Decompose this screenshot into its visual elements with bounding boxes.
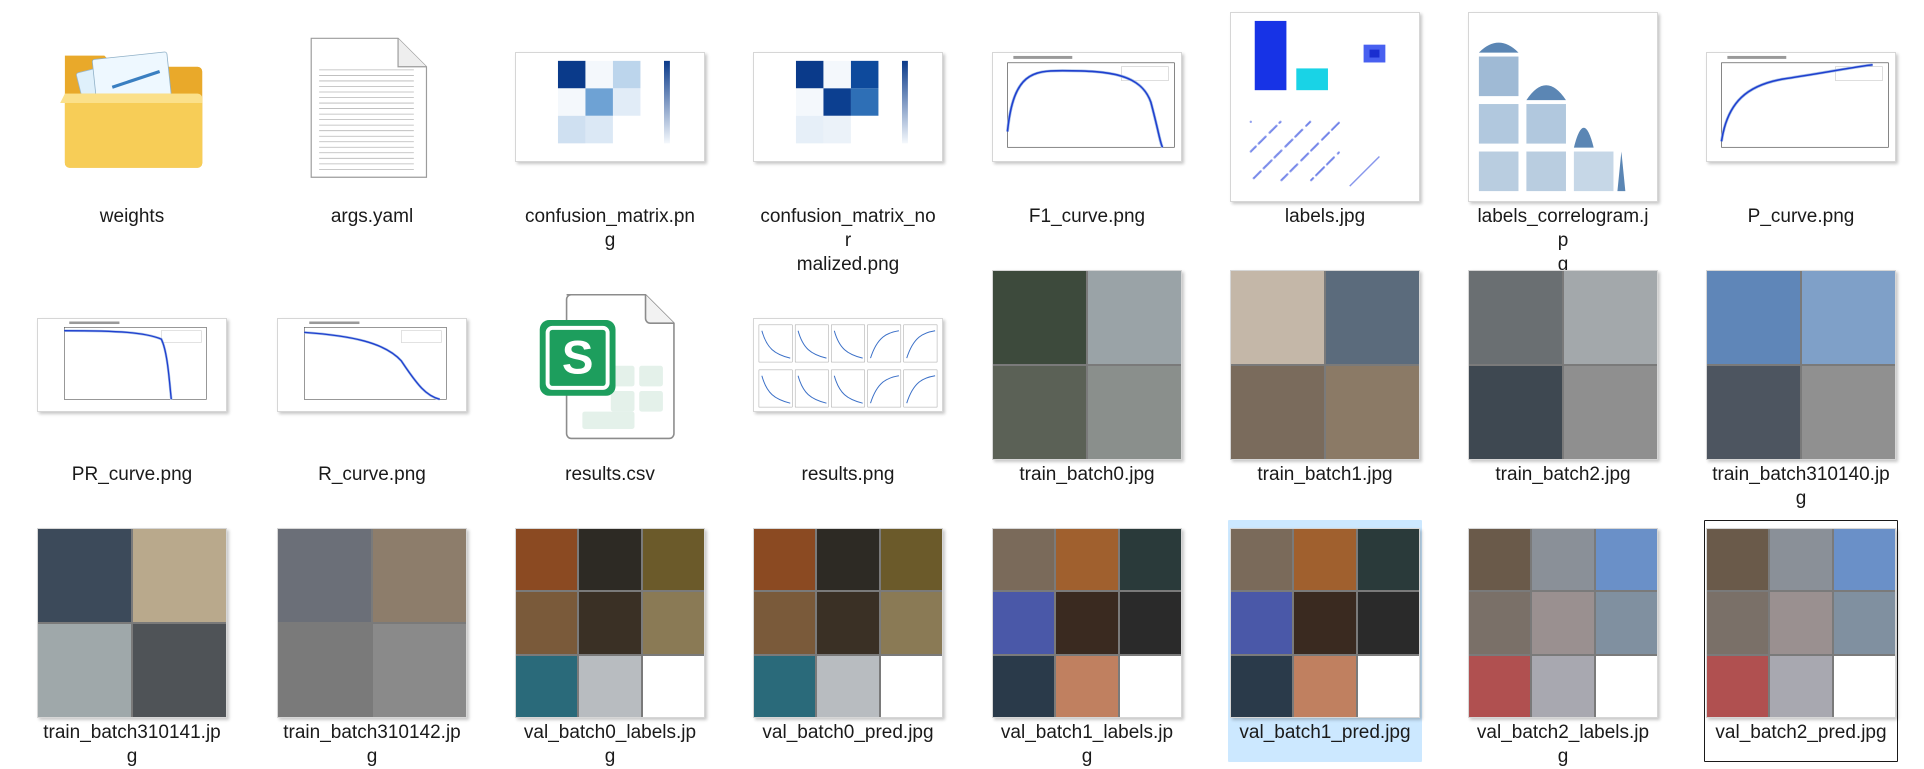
file-thumbnail (752, 267, 944, 463)
file-name-label: train_batch2.jpg (1495, 464, 1631, 485)
file-item-p-curve[interactable]: P_curve.png (1704, 4, 1898, 246)
file-item-train-batch310141[interactable]: train_batch310141.jp g (35, 520, 229, 767)
chart-thumbnail (1469, 13, 1657, 201)
file-name-label: F1_curve.png (1028, 206, 1146, 227)
file-name-label: train_batch310141.jp g (43, 722, 221, 767)
image-mosaic (1231, 271, 1419, 459)
file-thumbnail (1229, 9, 1421, 205)
file-item-labels[interactable]: labels.jpg (1228, 4, 1422, 246)
file-thumbnail (1467, 525, 1659, 721)
chart-thumbnail (993, 53, 1181, 161)
chart-thumbnail (292, 319, 452, 411)
file-name-label: val_batch0_labels.jpg (523, 722, 697, 767)
spreadsheet-icon: S (539, 293, 675, 440)
file-thumbnail (1467, 267, 1659, 463)
file-name-label: labels.jpg (1284, 206, 1366, 227)
file-item-train-batch310142[interactable]: train_batch310142.jp g (275, 520, 469, 767)
file-grid: weights args.yaml confusion_matrix.png c… (0, 0, 1924, 768)
file-item-train-batch0[interactable]: train_batch0.jpg (990, 262, 1184, 504)
file-item-results-csv[interactable]: S results.csv (513, 262, 707, 504)
image-mosaic (278, 529, 466, 717)
image-mosaic (1707, 529, 1895, 717)
image-mosaic (993, 529, 1181, 717)
file-thumbnail (36, 267, 228, 463)
file-item-results-png[interactable]: results.png (751, 262, 945, 504)
file-thumbnail (36, 525, 228, 721)
image-mosaic (516, 529, 704, 717)
file-name-label: val_batch0_pred.jpg (762, 722, 934, 743)
image-mosaic (38, 529, 226, 717)
file-item-confusion-matrix[interactable]: confusion_matrix.png (513, 4, 707, 251)
file-thumbnail (1229, 267, 1421, 463)
file-name-label: confusion_matrix.png (524, 206, 696, 251)
file-thumbnail (991, 267, 1183, 463)
file-name-label: R_curve.png (318, 464, 426, 485)
file-thumbnail (1705, 9, 1897, 205)
file-item-val-batch2-pred[interactable]: val_batch2_pred.jpg (1704, 520, 1898, 762)
file-item-args-yaml[interactable]: args.yaml (275, 4, 469, 246)
file-item-train-batch310140[interactable]: train_batch310140.jp g (1704, 262, 1898, 509)
file-thumbnail (752, 9, 944, 205)
chart-thumbnail (755, 319, 941, 411)
svg-text:S: S (562, 332, 594, 385)
text-document-icon (310, 37, 428, 178)
file-item-val-batch0-labels[interactable]: val_batch0_labels.jpg (513, 520, 707, 767)
file-item-train-batch1[interactable]: train_batch1.jpg (1228, 262, 1422, 504)
file-name-label: train_batch0.jpg (1019, 464, 1155, 485)
image-mosaic (754, 529, 942, 717)
chart-thumbnail (754, 53, 942, 161)
file-thumbnail (991, 9, 1183, 205)
file-name-label: weights (99, 206, 165, 227)
file-name-label: val_batch1_pred.jpg (1239, 722, 1411, 743)
file-thumbnail (991, 525, 1183, 721)
file-item-val-batch1-labels[interactable]: val_batch1_labels.jpg (990, 520, 1184, 767)
file-item-confusion-matrix-normalized[interactable]: confusion_matrix_nor malized.png (751, 4, 945, 275)
image-mosaic (1469, 271, 1657, 459)
file-name-label: val_batch2_pred.jpg (1715, 722, 1887, 743)
file-thumbnail (752, 525, 944, 721)
chart-thumbnail (516, 53, 704, 161)
file-name-label: args.yaml (330, 206, 414, 227)
file-name-label: PR_curve.png (71, 464, 193, 485)
image-mosaic (993, 271, 1181, 459)
chart-thumbnail (1231, 13, 1419, 201)
file-item-weights[interactable]: weights (35, 4, 229, 246)
image-mosaic (1231, 529, 1419, 717)
file-item-labels-correlogram[interactable]: labels_correlogram.jp g (1466, 4, 1660, 275)
image-mosaic (1469, 529, 1657, 717)
file-thumbnail (276, 9, 468, 205)
folder-icon (60, 51, 203, 168)
file-thumbnail (276, 267, 468, 463)
file-thumbnail: S (514, 267, 706, 463)
file-item-r-curve[interactable]: R_curve.png (275, 262, 469, 504)
file-thumbnail (1705, 525, 1897, 721)
file-name-label: val_batch1_labels.jpg (1000, 722, 1174, 767)
file-name-label: val_batch2_labels.jpg (1476, 722, 1650, 767)
file-name-label: P_curve.png (1747, 206, 1855, 227)
file-name-label: results.csv (565, 464, 655, 485)
file-item-val-batch0-pred[interactable]: val_batch0_pred.jpg (751, 520, 945, 762)
file-thumbnail (1705, 267, 1897, 463)
file-name-label: train_batch310142.jp g (283, 722, 461, 767)
file-thumbnail (514, 525, 706, 721)
file-item-train-batch2[interactable]: train_batch2.jpg (1466, 262, 1660, 504)
file-item-pr-curve[interactable]: PR_curve.png (35, 262, 229, 504)
file-thumbnail (1229, 525, 1421, 721)
image-mosaic (1707, 271, 1895, 459)
file-thumbnail (276, 525, 468, 721)
file-name-label: results.png (801, 464, 895, 485)
file-thumbnail (514, 9, 706, 205)
chart-thumbnail (52, 319, 212, 411)
file-item-val-batch2-labels[interactable]: val_batch2_labels.jpg (1466, 520, 1660, 767)
file-thumbnail (36, 9, 228, 205)
file-name-label: train_batch1.jpg (1257, 464, 1393, 485)
file-name-label: train_batch310140.jp g (1712, 464, 1890, 509)
chart-thumbnail (1707, 53, 1895, 161)
file-thumbnail (1467, 9, 1659, 205)
file-item-f1-curve[interactable]: F1_curve.png (990, 4, 1184, 246)
file-item-val-batch1-pred[interactable]: val_batch1_pred.jpg (1228, 520, 1422, 762)
